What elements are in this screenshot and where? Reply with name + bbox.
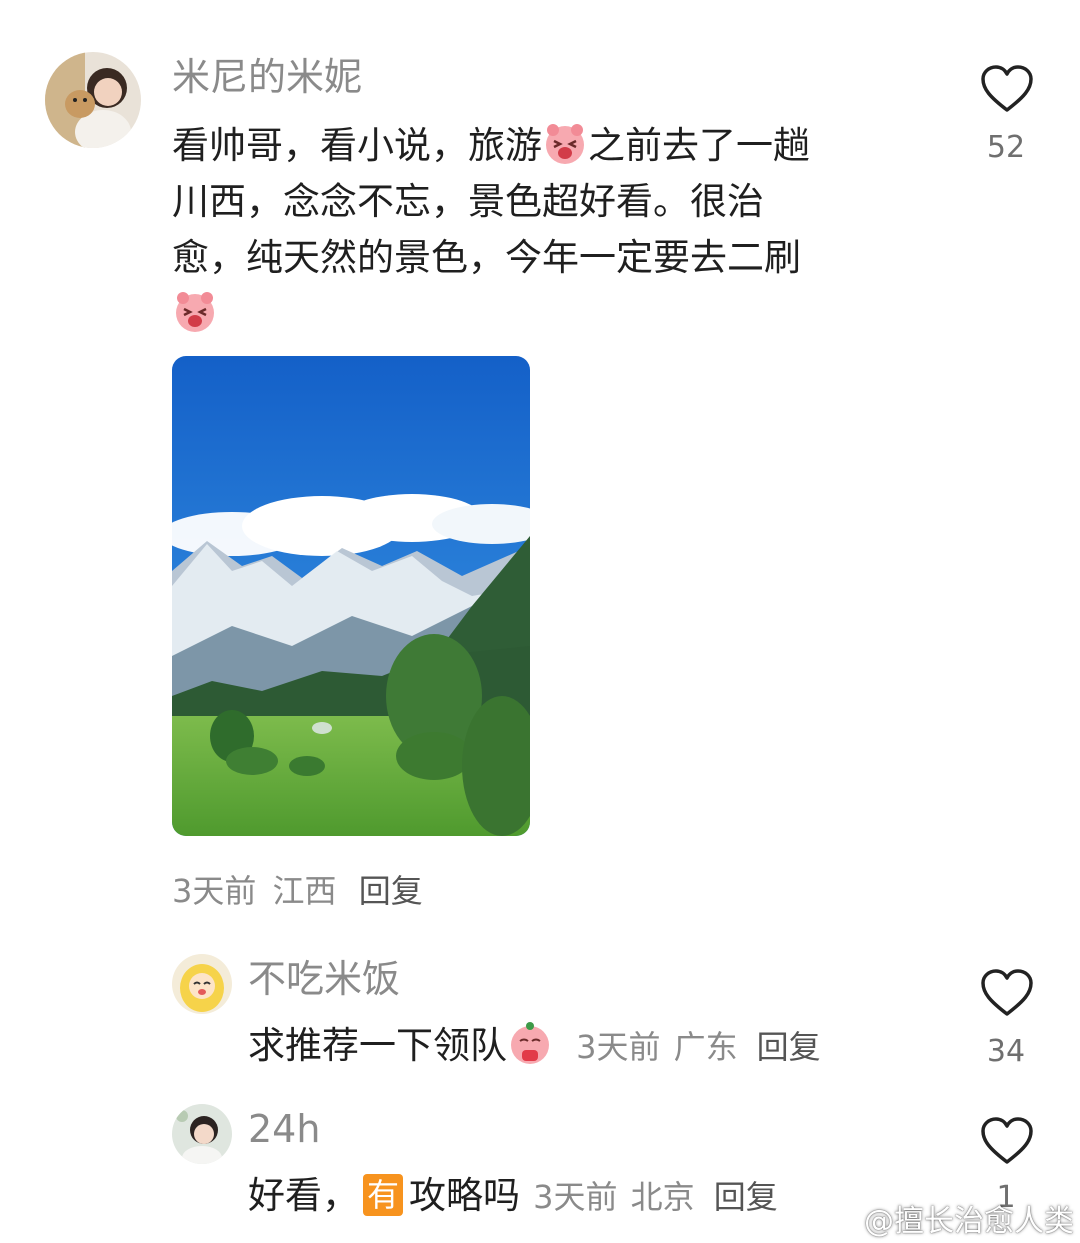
- avatar-bu-chi-mi-fan[interactable]: [172, 954, 232, 1014]
- comment-meta: 3天前 江西 回复: [172, 866, 423, 912]
- reply-button[interactable]: 回复: [757, 1028, 821, 1066]
- reply-text-part-2: 攻略吗: [409, 1174, 521, 1217]
- like-count: 52: [986, 130, 1026, 165]
- reply-content: 好看，有攻略吗 3天前 北京 回复: [248, 1168, 778, 1224]
- reply-username[interactable]: 24h: [248, 1106, 320, 1152]
- reply-time: 3天前: [576, 1028, 661, 1066]
- praying-pig-emoji: [507, 1020, 553, 1066]
- reply-location: 广东: [673, 1028, 738, 1066]
- laughing-pig-emoji: [172, 288, 218, 334]
- laughing-pig-emoji: [542, 120, 588, 166]
- like-button[interactable]: [980, 968, 1034, 1018]
- heart-icon: [981, 1117, 1033, 1164]
- watermark: @擅长治愈人类: [830, 1196, 1074, 1240]
- weibo-icon: [830, 1208, 864, 1234]
- comment-location: 江西: [272, 872, 337, 910]
- reply-location: 北京: [630, 1178, 695, 1216]
- reply-content: 求推荐一下领队 3天前 广东 回复: [248, 1018, 821, 1074]
- avatar-mini-de-mini[interactable]: [45, 52, 141, 148]
- reply-text: 求推荐一下领队: [248, 1024, 507, 1067]
- reply-username[interactable]: 不吃米饭: [248, 956, 400, 1002]
- heart-icon: [981, 65, 1033, 112]
- comment-text-line-3: 愈，纯天然的景色，今年一定要去二刷: [172, 236, 801, 279]
- comment-time: 3天前: [172, 872, 257, 910]
- reply-text-part-1: 好看，: [248, 1174, 359, 1217]
- mountain-landscape-photo[interactable]: [172, 356, 530, 836]
- like-button[interactable]: [980, 64, 1034, 114]
- comment-username[interactable]: 米尼的米妮: [172, 54, 362, 100]
- like-button[interactable]: [980, 1116, 1034, 1166]
- heart-icon: [981, 969, 1033, 1016]
- reply-time: 3天前: [533, 1178, 618, 1216]
- reply-button[interactable]: 回复: [359, 872, 423, 910]
- comment-text-line-4: [172, 286, 932, 342]
- comment-text: 看帅哥，看小说，旅游 之前去了一趟 川西，念念不忘，景色超好看。很治 愈，纯天然的…: [172, 118, 932, 342]
- reply-button[interactable]: 回复: [714, 1178, 778, 1216]
- comment-text-line-1: 看帅哥，看小说，旅游 之前去了一趟: [172, 118, 932, 174]
- avatar-24h[interactable]: [172, 1104, 232, 1164]
- like-count: 34: [986, 1034, 1026, 1069]
- comment-text-line-2: 川西，念念不忘，景色超好看。很治: [172, 180, 764, 223]
- tag-badge: 有: [363, 1174, 404, 1216]
